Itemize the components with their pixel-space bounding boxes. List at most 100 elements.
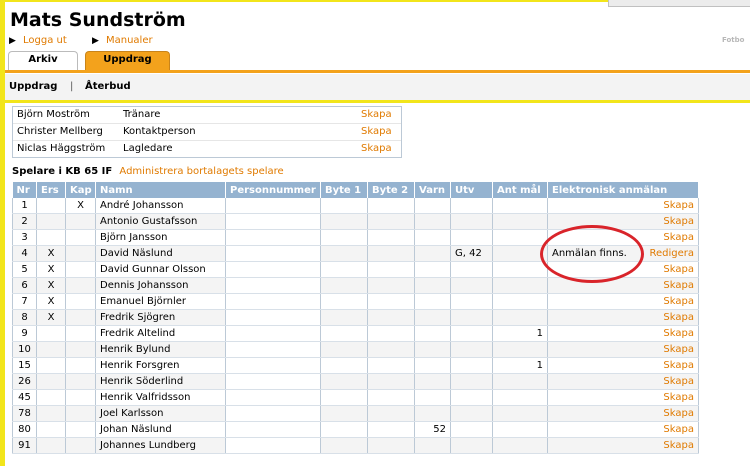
player-registration-cell: Skapa xyxy=(547,325,699,342)
manuals-link[interactable]: ▶ Manualer xyxy=(92,35,153,46)
player-personnummer xyxy=(225,198,321,214)
player-byte2 xyxy=(367,277,415,294)
brand-logo: Fotbo xyxy=(722,36,745,44)
player-byte1 xyxy=(320,421,368,438)
logout-label: Logga ut xyxy=(23,35,67,46)
player-goals: 1 xyxy=(492,325,548,342)
player-utv xyxy=(450,261,493,278)
player-goals xyxy=(492,198,548,214)
player-ers: X xyxy=(36,245,66,262)
player-name: Björn Jansson xyxy=(95,229,226,246)
table-row: 8 X Fredrik Sjögren Skapa xyxy=(12,309,699,326)
player-byte2 xyxy=(367,198,415,214)
player-utv xyxy=(450,373,493,390)
staff-create-link[interactable]: Skapa xyxy=(361,143,392,154)
table-row: 91 Johannes Lundberg Skapa xyxy=(12,437,699,454)
player-byte1 xyxy=(320,437,368,454)
staff-create-link[interactable]: Skapa xyxy=(361,109,392,120)
staff-row: Niclas Häggström Lagledare Skapa xyxy=(13,141,401,157)
table-row: 15 Henrik Forsgren 1 Skapa xyxy=(12,357,699,374)
player-name: Antonio Gustafsson xyxy=(95,213,226,230)
create-registration-link[interactable]: Skapa xyxy=(663,424,694,435)
player-ers xyxy=(36,213,66,230)
player-nr: 8 xyxy=(12,309,37,326)
player-kap xyxy=(65,309,96,326)
player-kap xyxy=(65,245,96,262)
create-registration-link[interactable]: Skapa xyxy=(663,408,694,419)
col-goals: Ant mål xyxy=(492,182,548,198)
create-registration-link[interactable]: Skapa xyxy=(663,360,694,371)
player-name: Emanuel Björnler xyxy=(95,293,226,310)
player-ers: X xyxy=(36,261,66,278)
player-varn xyxy=(414,341,451,358)
tab-assignments[interactable]: Uppdrag xyxy=(85,51,170,71)
create-registration-link[interactable]: Skapa xyxy=(663,344,694,355)
player-goals xyxy=(492,405,548,422)
create-registration-link[interactable]: Skapa xyxy=(663,200,694,211)
administer-away-players-link[interactable]: Administrera bortalagets spelare xyxy=(119,166,283,177)
table-row: 45 Henrik Valfridsson Skapa xyxy=(12,389,699,406)
player-registration-cell: Skapa xyxy=(547,437,699,454)
player-registration-cell: Skapa xyxy=(547,293,699,310)
create-registration-link[interactable]: Skapa xyxy=(663,264,694,275)
player-byte1 xyxy=(320,325,368,342)
create-registration-link[interactable]: Skapa xyxy=(663,392,694,403)
logout-link[interactable]: ▶ Logga ut xyxy=(9,35,67,46)
staff-create-link[interactable]: Skapa xyxy=(361,126,392,137)
player-nr: 80 xyxy=(12,421,37,438)
create-registration-link[interactable]: Skapa xyxy=(663,232,694,243)
player-byte1 xyxy=(320,405,368,422)
create-registration-link[interactable]: Skapa xyxy=(663,440,694,451)
player-kap xyxy=(65,325,96,342)
arrow-right-icon: ▶ xyxy=(9,36,16,46)
create-registration-link[interactable]: Skapa xyxy=(663,328,694,339)
player-goals xyxy=(492,229,548,246)
player-varn: 52 xyxy=(414,421,451,438)
player-goals xyxy=(492,437,548,454)
player-byte2 xyxy=(367,245,415,262)
player-personnummer xyxy=(225,373,321,390)
players-title: Spelare i KB 65 IF xyxy=(12,166,113,177)
player-personnummer xyxy=(225,437,321,454)
table-row: 78 Joel Karlsson Skapa xyxy=(12,405,699,422)
subnav-assignments[interactable]: Uppdrag xyxy=(9,81,57,92)
player-kap xyxy=(65,405,96,422)
create-registration-link[interactable]: Skapa xyxy=(663,280,694,291)
player-name: David Gunnar Olsson xyxy=(95,261,226,278)
player-registration-cell: Anmälan finns. Redigera xyxy=(547,245,699,262)
player-utv xyxy=(450,213,493,230)
table-row: 5 X David Gunnar Olsson Skapa xyxy=(12,261,699,278)
staff-name: Niclas Häggström xyxy=(17,143,106,154)
create-registration-link[interactable]: Skapa xyxy=(663,216,694,227)
player-personnummer xyxy=(225,213,321,230)
tab-archive[interactable]: Arkiv xyxy=(8,51,78,71)
create-registration-link[interactable]: Skapa xyxy=(663,312,694,323)
table-row: 10 Henrik Bylund Skapa xyxy=(12,341,699,358)
subnav-separator: | xyxy=(70,81,74,92)
registration-exists-message: Anmälan finns. xyxy=(552,248,627,259)
player-kap xyxy=(65,213,96,230)
create-registration-link[interactable]: Skapa xyxy=(663,376,694,387)
table-row: 2 Antonio Gustafsson Skapa xyxy=(12,213,699,230)
staff-role: Kontaktperson xyxy=(123,126,196,137)
arrow-right-icon: ▶ xyxy=(92,36,99,46)
player-name: Henrik Söderlind xyxy=(95,373,226,390)
top-right-frame xyxy=(608,0,750,7)
player-registration-cell: Skapa xyxy=(547,198,699,214)
player-kap xyxy=(65,293,96,310)
player-nr: 7 xyxy=(12,293,37,310)
player-name: Johannes Lundberg xyxy=(95,437,226,454)
player-utv xyxy=(450,277,493,294)
player-ers xyxy=(36,229,66,246)
player-kap xyxy=(65,277,96,294)
create-registration-link[interactable]: Skapa xyxy=(663,296,694,307)
edit-registration-link[interactable]: Redigera xyxy=(649,248,694,259)
col-kap: Kap xyxy=(65,182,96,198)
subnav-cancellations[interactable]: Återbud xyxy=(85,81,131,92)
staff-role: Tränare xyxy=(123,109,161,120)
player-varn xyxy=(414,437,451,454)
player-byte2 xyxy=(367,389,415,406)
player-byte2 xyxy=(367,437,415,454)
player-name: André Johansson xyxy=(95,198,226,214)
col-nr: Nr xyxy=(12,182,37,198)
